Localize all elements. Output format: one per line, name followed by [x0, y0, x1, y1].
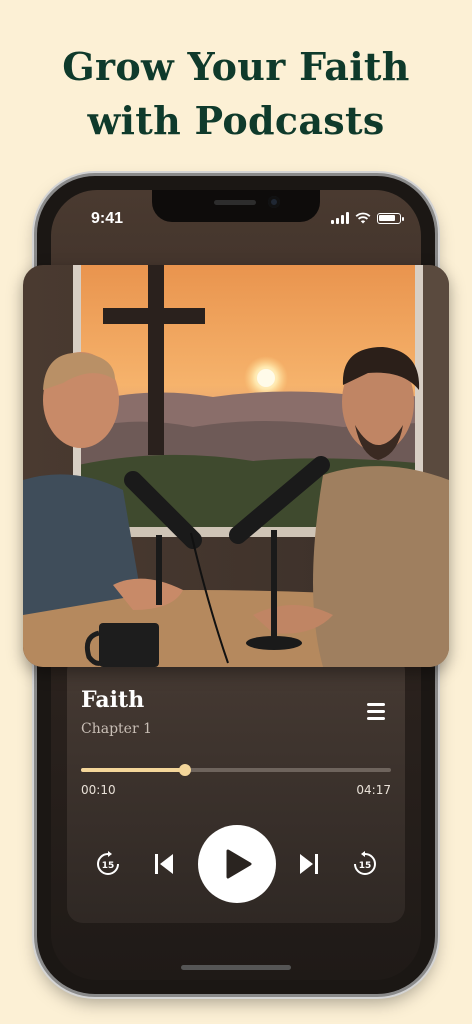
wifi-icon [355, 212, 371, 224]
replay-15-label: 15 [102, 861, 115, 871]
play-button[interactable] [198, 825, 276, 903]
forward-15-label: 15 [359, 861, 372, 871]
track-subtitle: Chapter 1 [81, 721, 152, 737]
progress-bar[interactable] [81, 764, 391, 776]
battery-icon [377, 212, 404, 224]
player-card: Faith Chapter 1 00:10 04:17 15 15 [67, 655, 405, 923]
next-button[interactable] [299, 853, 319, 875]
forward-15-button[interactable]: 15 [352, 851, 378, 877]
previous-icon [155, 854, 173, 874]
podcast-cover-image [23, 265, 449, 667]
status-icons [331, 212, 404, 224]
next-icon [300, 854, 318, 874]
previous-button[interactable] [154, 853, 174, 875]
speaker-grille [214, 200, 256, 205]
progress-fill [81, 768, 185, 772]
signal-icon [331, 212, 349, 224]
track-title: Faith [81, 687, 145, 713]
status-time: 9:41 [91, 210, 124, 227]
progress-knob[interactable] [179, 764, 191, 776]
home-indicator [181, 965, 291, 970]
replay-15-icon: 15 [97, 851, 119, 875]
current-time: 00:10 [81, 783, 116, 797]
headline: Grow Your Faith with Podcasts [0, 40, 472, 148]
forward-15-icon: 15 [354, 851, 376, 875]
total-time: 04:17 [356, 783, 391, 797]
replay-15-button[interactable]: 15 [95, 851, 121, 877]
queue-list-icon[interactable] [367, 703, 389, 723]
play-icon [226, 849, 252, 879]
headline-line-2: with Podcasts [87, 98, 385, 143]
notch [152, 190, 320, 222]
headline-line-1: Grow Your Faith [62, 44, 410, 89]
front-camera [268, 196, 280, 208]
